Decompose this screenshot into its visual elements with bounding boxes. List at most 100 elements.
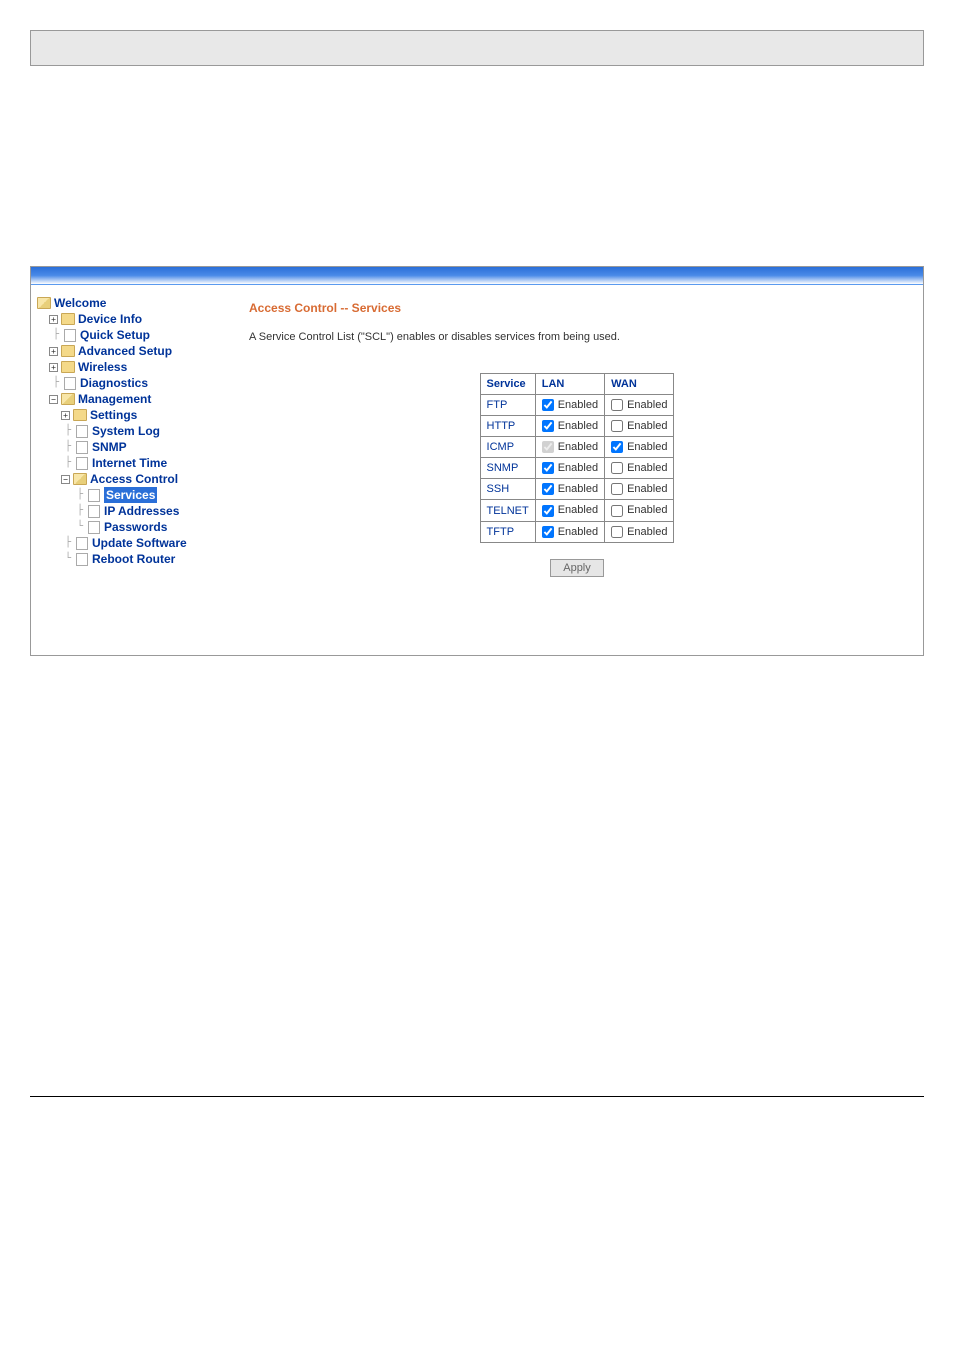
tree-item-quick-setup[interactable]: ├ Quick Setup — [37, 327, 225, 343]
expander-plus-icon[interactable]: + — [61, 411, 70, 420]
tree-item-device-info[interactable]: + Device Info — [37, 311, 225, 327]
tree-item-access-control[interactable]: − Access Control — [37, 471, 225, 487]
service-name: TELNET — [480, 500, 535, 521]
checkbox-http-lan[interactable] — [542, 420, 554, 432]
service-name: HTTP — [480, 416, 535, 437]
checkbox-icmp-lan — [542, 441, 554, 453]
file-icon — [75, 441, 89, 453]
tree-item-system-log[interactable]: ├ System Log — [37, 423, 225, 439]
table-row: TFTP Enabled Enabled — [480, 521, 674, 542]
enabled-label: Enabled — [627, 504, 667, 516]
tree-branch-icon: ├ — [73, 487, 87, 503]
checkbox-ssh-wan[interactable] — [611, 483, 623, 495]
enabled-label: Enabled — [558, 462, 598, 474]
expander-minus-icon[interactable]: − — [61, 475, 70, 484]
enabled-label: Enabled — [558, 483, 598, 495]
col-lan: LAN — [535, 374, 604, 395]
enabled-label: Enabled — [558, 526, 598, 538]
folder-closed-icon — [73, 409, 87, 421]
tree-label: Management — [78, 391, 151, 407]
checkbox-tftp-wan[interactable] — [611, 526, 623, 538]
tree-item-management[interactable]: − Management — [37, 391, 225, 407]
tree-label: Settings — [90, 407, 137, 423]
file-icon — [75, 553, 89, 565]
sidebar-nav-tree: Welcome + Device Info ├ — [31, 285, 231, 655]
expander-plus-icon[interactable]: + — [49, 315, 58, 324]
tree-label: Welcome — [54, 295, 106, 311]
service-name: FTP — [480, 395, 535, 416]
service-name: TFTP — [480, 521, 535, 542]
tree-item-settings[interactable]: + Settings — [37, 407, 225, 423]
table-row: TELNET Enabled Enabled — [480, 500, 674, 521]
apply-button[interactable]: Apply — [550, 559, 604, 577]
services-table: Service LAN WAN FTP Enabled Enabled — [480, 373, 675, 543]
checkbox-ssh-lan[interactable] — [542, 483, 554, 495]
enabled-label: Enabled — [627, 420, 667, 432]
folder-open-icon — [61, 393, 75, 405]
expander-plus-icon[interactable]: + — [49, 347, 58, 356]
folder-open-icon — [37, 297, 51, 309]
checkbox-icmp-wan[interactable] — [611, 441, 623, 453]
tree-label: Access Control — [90, 471, 178, 487]
tree-branch-icon: ├ — [61, 455, 75, 471]
app-frame: Welcome + Device Info ├ — [30, 266, 924, 656]
enabled-label: Enabled — [558, 420, 598, 432]
file-icon — [75, 537, 89, 549]
table-row: SNMP Enabled Enabled — [480, 458, 674, 479]
tree-item-snmp[interactable]: ├ SNMP — [37, 439, 225, 455]
footer-divider — [30, 1096, 924, 1126]
enabled-label: Enabled — [627, 399, 667, 411]
file-icon — [63, 329, 77, 341]
folder-open-icon — [73, 473, 87, 485]
expander-plus-icon[interactable]: + — [49, 363, 58, 372]
table-row: HTTP Enabled Enabled — [480, 416, 674, 437]
col-service: Service — [480, 374, 535, 395]
content-panel: Access Control -- Services A Service Con… — [231, 285, 923, 655]
tree-item-services[interactable]: ├ Services — [37, 487, 225, 503]
tree-branch-icon: └ — [73, 519, 87, 535]
tree-item-ip-addresses[interactable]: ├ IP Addresses — [37, 503, 225, 519]
folder-closed-icon — [61, 361, 75, 373]
tree-label: Diagnostics — [80, 375, 148, 391]
checkbox-tftp-lan[interactable] — [542, 526, 554, 538]
col-wan: WAN — [605, 374, 674, 395]
tree-item-diagnostics[interactable]: ├ Diagnostics — [37, 375, 225, 391]
checkbox-telnet-lan[interactable] — [542, 505, 554, 517]
service-name: SNMP — [480, 458, 535, 479]
file-icon — [75, 425, 89, 437]
table-row: SSH Enabled Enabled — [480, 479, 674, 500]
tree-label: SNMP — [92, 439, 127, 455]
checkbox-ftp-wan[interactable] — [611, 399, 623, 411]
service-name: SSH — [480, 479, 535, 500]
checkbox-ftp-lan[interactable] — [542, 399, 554, 411]
tree-item-advanced-setup[interactable]: + Advanced Setup — [37, 343, 225, 359]
tree-branch-icon: └ — [61, 551, 75, 567]
file-icon — [87, 489, 101, 501]
tree-item-passwords[interactable]: └ Passwords — [37, 519, 225, 535]
tree-label: Quick Setup — [80, 327, 150, 343]
enabled-label: Enabled — [627, 462, 667, 474]
checkbox-snmp-lan[interactable] — [542, 462, 554, 474]
page-description: A Service Control List ("SCL") enables o… — [249, 331, 905, 343]
tree-item-reboot-router[interactable]: └ Reboot Router — [37, 551, 225, 567]
tree-item-wireless[interactable]: + Wireless — [37, 359, 225, 375]
checkbox-snmp-wan[interactable] — [611, 462, 623, 474]
tree-item-update-software[interactable]: ├ Update Software — [37, 535, 225, 551]
tree-label: System Log — [92, 423, 160, 439]
tree-item-welcome[interactable]: Welcome — [37, 295, 225, 311]
file-icon — [87, 521, 101, 533]
enabled-label: Enabled — [627, 526, 667, 538]
file-icon — [87, 505, 101, 517]
tree-label-selected: Services — [104, 487, 157, 503]
file-icon — [75, 457, 89, 469]
tree-branch-icon: ├ — [49, 375, 63, 391]
tree-item-internet-time[interactable]: ├ Internet Time — [37, 455, 225, 471]
checkbox-telnet-wan[interactable] — [611, 505, 623, 517]
service-name: ICMP — [480, 437, 535, 458]
expander-minus-icon[interactable]: − — [49, 395, 58, 404]
checkbox-http-wan[interactable] — [611, 420, 623, 432]
folder-closed-icon — [61, 345, 75, 357]
tree-label: Update Software — [92, 535, 187, 551]
enabled-label: Enabled — [558, 441, 598, 453]
tree-label: Advanced Setup — [78, 343, 172, 359]
